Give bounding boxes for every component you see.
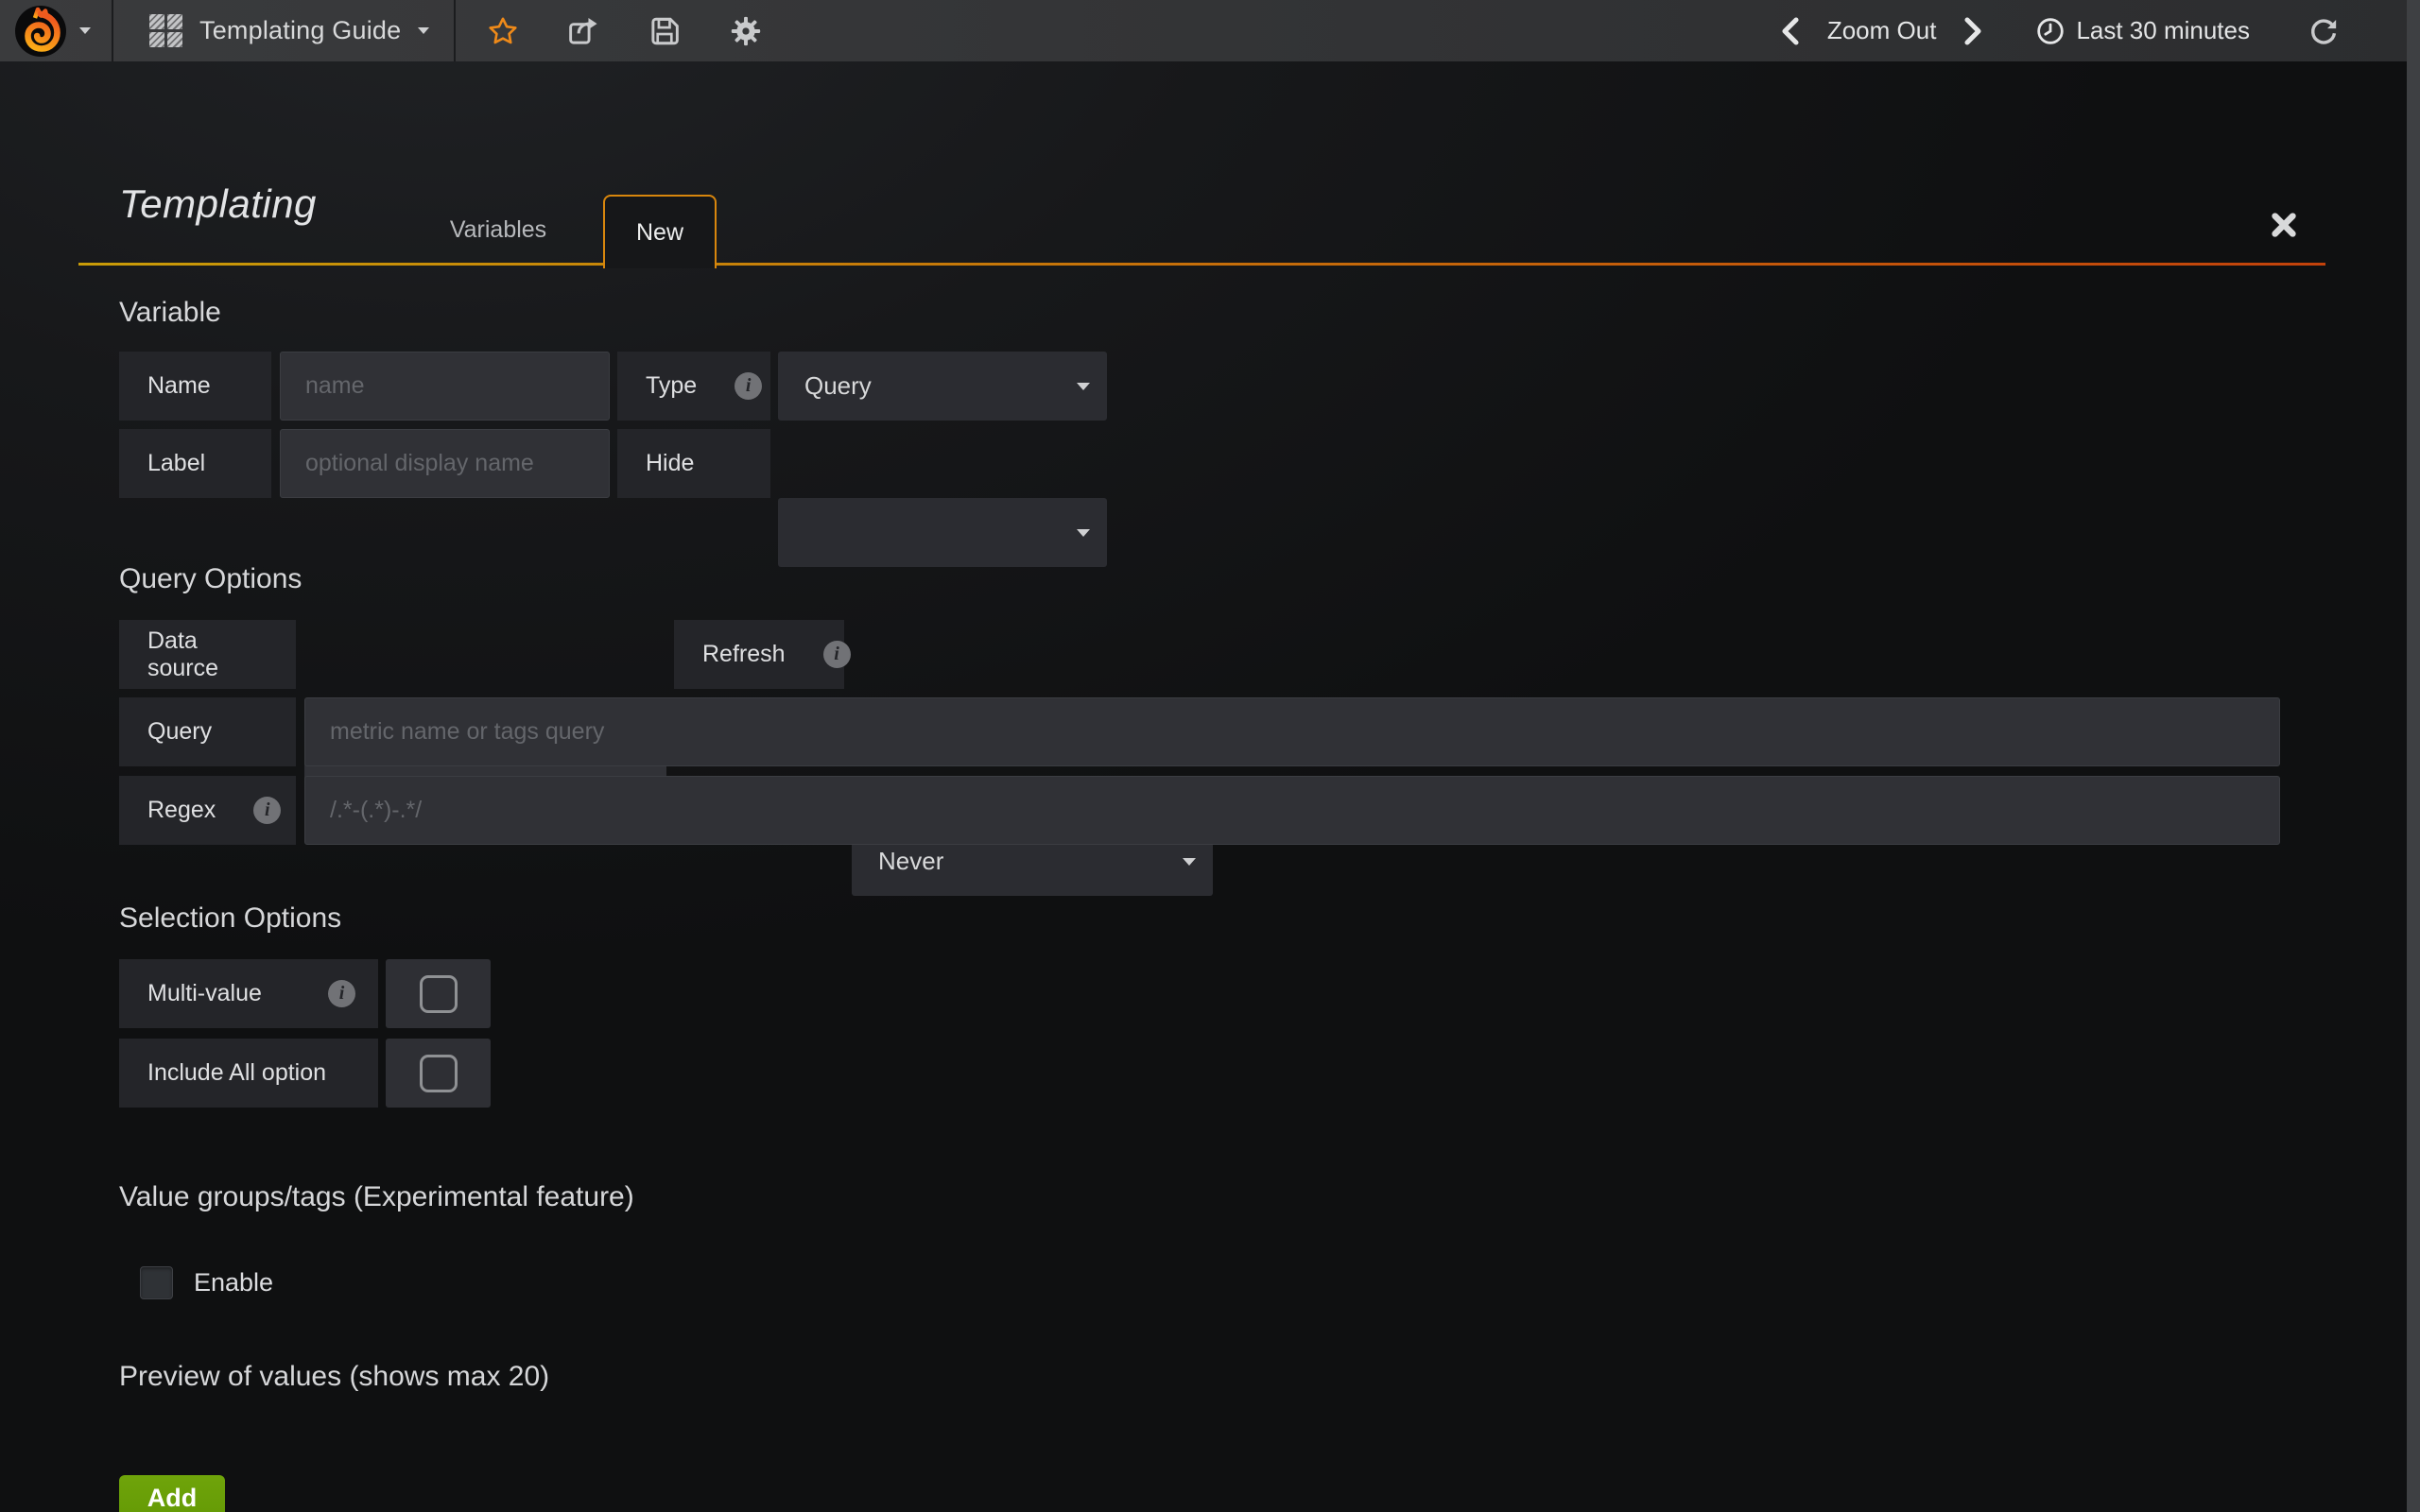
clock-icon	[2036, 17, 2065, 45]
chevron-down-icon	[1077, 529, 1090, 537]
close-button[interactable]	[2269, 210, 2299, 240]
query-options-heading: Query Options	[119, 563, 302, 595]
query-label: Query	[119, 697, 296, 766]
tab-new[interactable]: New	[603, 195, 717, 268]
query-input-wrap	[304, 697, 2280, 766]
grafana-dashboard-settings: Templating Guide	[0, 0, 2420, 1512]
share-button[interactable]	[567, 15, 599, 47]
zoom-out-button[interactable]: Zoom Out	[1827, 16, 1937, 45]
name-input[interactable]	[281, 352, 609, 420]
time-range-picker[interactable]: Last 30 minutes	[2036, 16, 2250, 45]
close-icon	[2269, 210, 2299, 240]
dashboard-grid-icon	[149, 14, 182, 47]
selection-options-heading: Selection Options	[119, 902, 341, 935]
enable-label: Enable	[194, 1268, 273, 1297]
enable-checkbox[interactable]	[140, 1266, 173, 1299]
save-button[interactable]	[648, 15, 681, 47]
label-input-wrap	[280, 429, 610, 498]
name-label: Name	[119, 352, 271, 421]
vertical-scrollbar[interactable]	[2407, 0, 2420, 1512]
label-input[interactable]	[281, 430, 609, 497]
add-button[interactable]: Add	[119, 1475, 225, 1512]
variable-heading: Variable	[119, 297, 221, 329]
multi-value-checkbox-cell	[386, 959, 491, 1028]
refresh-button[interactable]	[2308, 16, 2339, 46]
refresh-icon	[2308, 16, 2339, 46]
info-icon[interactable]: i	[735, 372, 762, 400]
tab-variables[interactable]: Variables	[427, 197, 569, 263]
type-label: Type i	[617, 352, 770, 421]
datasource-label: Data source	[119, 620, 296, 689]
time-shift-right-button[interactable]	[1962, 17, 1983, 45]
grafana-menu-button[interactable]	[0, 0, 112, 61]
chevron-down-icon	[79, 27, 91, 34]
chevron-down-icon	[1183, 858, 1196, 866]
save-icon	[648, 15, 681, 47]
multi-value-checkbox[interactable]	[420, 975, 458, 1013]
star-icon	[488, 16, 518, 46]
type-select[interactable]: Query	[778, 352, 1107, 421]
multi-value-label: Multi-value i	[119, 959, 378, 1028]
query-input[interactable]	[305, 698, 2279, 765]
regex-input[interactable]	[305, 777, 2279, 844]
navbar: Templating Guide	[0, 0, 2420, 61]
hide-label: Hide	[617, 429, 770, 498]
include-all-label: Include All option	[119, 1039, 378, 1108]
share-icon	[567, 15, 599, 47]
dashboard-title: Templating Guide	[199, 16, 401, 45]
chevron-left-icon	[1780, 17, 1801, 45]
dashboard-picker[interactable]: Templating Guide	[113, 0, 454, 61]
info-icon[interactable]: i	[823, 641, 851, 668]
hide-select[interactable]	[778, 498, 1107, 567]
refresh-label: Refresh i	[674, 620, 844, 689]
value-groups-heading: Value groups/tags (Experimental feature)	[119, 1181, 634, 1213]
chevron-right-icon	[1962, 17, 1983, 45]
tab-underline	[78, 263, 2325, 266]
enable-row: Enable	[140, 1266, 273, 1299]
regex-label: Regex i	[119, 776, 296, 845]
page-title: Templating	[119, 181, 317, 227]
chevron-down-icon	[1077, 383, 1090, 390]
grafana-logo-icon	[15, 6, 66, 57]
info-icon[interactable]: i	[328, 980, 355, 1007]
time-range-label: Last 30 minutes	[2076, 16, 2250, 45]
gear-icon	[730, 15, 762, 47]
time-shift-left-button[interactable]	[1780, 17, 1801, 45]
chevron-down-icon	[418, 27, 429, 34]
settings-button[interactable]	[730, 15, 762, 47]
preview-heading: Preview of values (shows max 20)	[119, 1361, 549, 1393]
name-input-wrap	[280, 352, 610, 421]
star-button[interactable]	[488, 16, 518, 46]
info-icon[interactable]: i	[253, 797, 281, 824]
include-all-checkbox[interactable]	[420, 1055, 458, 1092]
regex-input-wrap	[304, 776, 2280, 845]
label-label: Label	[119, 429, 271, 498]
include-all-checkbox-cell	[386, 1039, 491, 1108]
